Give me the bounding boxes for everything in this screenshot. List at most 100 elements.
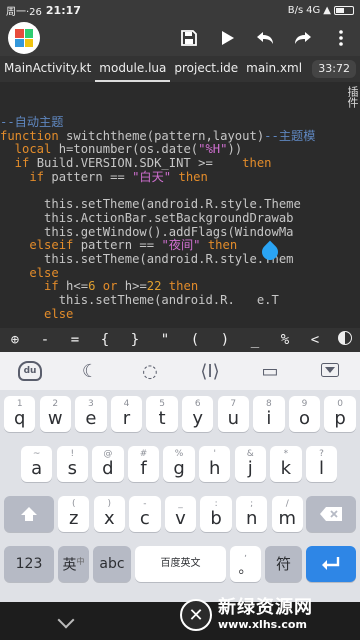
code-line[interactable]: if h<=6 or h>=22 then (0, 279, 315, 294)
key-q[interactable]: 1q (4, 396, 36, 432)
tab-module[interactable]: module.lua (95, 56, 171, 82)
key-p[interactable]: 0p (324, 396, 356, 432)
run-button[interactable] (208, 20, 246, 56)
back-icon[interactable] (57, 611, 75, 629)
signal-indicator: 4G (306, 4, 321, 16)
code-line[interactable]: else (0, 307, 315, 322)
network-speed: B/s (287, 4, 304, 16)
cursor-position[interactable]: 33:72 (312, 60, 356, 78)
symbol-key[interactable]: } (122, 332, 148, 348)
key-s[interactable]: ! s (56, 446, 88, 482)
key-b[interactable]: :b (200, 496, 232, 532)
code-line[interactable]: this.ActionBar.setBackgroundDrawab (0, 211, 315, 226)
key-x[interactable]: ) x (93, 496, 125, 532)
code-editor[interactable]: 插件 --自动主题 function switchtheme(pattern,la… (0, 82, 360, 328)
key-l[interactable]: ? l (305, 446, 338, 482)
key-t[interactable]: 5t (146, 396, 178, 432)
file-tabs: MainActivity.kt module.lua project.ide m… (0, 56, 360, 82)
more-icon (339, 30, 343, 46)
clipboard-icon[interactable]: ▭ (254, 361, 286, 382)
key-e[interactable]: 3e (75, 396, 107, 432)
key-e-label: e (85, 407, 97, 429)
key-g[interactable]: % g (163, 446, 195, 482)
tab-project[interactable]: project.ide (170, 56, 242, 82)
code-content[interactable]: --自动主题 function switchtheme(pattern,layou… (0, 115, 315, 322)
key-i-label: i (266, 407, 272, 429)
key-d[interactable]: @ d (92, 446, 124, 482)
key-u[interactable]: 7u (217, 396, 249, 432)
key-i[interactable]: 8i (253, 396, 285, 432)
code-line[interactable]: --自动主题 (0, 115, 315, 130)
code-line[interactable]: this.setTheme(android.R.style.Theme (0, 197, 315, 212)
key-k[interactable]: * k (270, 446, 302, 482)
search-bubble-icon[interactable]: ◌ (134, 361, 166, 382)
symbol-key[interactable]: ⊕ (2, 332, 28, 348)
key-r[interactable]: 4r (110, 396, 143, 432)
key-j-label: j (247, 457, 253, 479)
key-punct-sub-label: , (244, 548, 247, 559)
save-button[interactable] (170, 20, 208, 56)
key-w[interactable]: 2w (39, 396, 71, 432)
key-v[interactable]: _ v (164, 496, 197, 532)
key-123[interactable]: 123 (4, 546, 54, 582)
redo-button[interactable] (284, 20, 322, 56)
key-h[interactable]: ' h (199, 446, 231, 482)
code-line[interactable]: if Build.VERSION.SDK_INT >= then (0, 156, 315, 171)
key-punct[interactable]: ,。 (230, 546, 261, 582)
tab-mainactivity[interactable]: MainActivity.kt (0, 56, 95, 82)
undo-button[interactable] (246, 20, 284, 56)
watermark-title: 新绿资源网 (218, 597, 313, 618)
key-z-label: z (68, 507, 79, 529)
code-line[interactable] (0, 184, 315, 198)
symbol-key[interactable]: < (302, 332, 328, 348)
moon-icon[interactable]: ☾ (74, 361, 106, 382)
signal-icon: ▲ (323, 4, 331, 16)
key-lang[interactable]: 英中 (58, 546, 89, 582)
key-abc[interactable]: abc (93, 546, 131, 582)
key-n[interactable]: ; n (236, 496, 268, 532)
key-a[interactable]: ~ a (21, 446, 53, 482)
delete-key[interactable] (306, 496, 356, 532)
space-key[interactable]: 百度英文 (135, 546, 226, 582)
app-logo-button[interactable] (8, 22, 40, 54)
app-logo-icon (15, 29, 33, 47)
symbol-key[interactable]: - (32, 332, 58, 348)
key-c[interactable]: -c (129, 496, 161, 532)
enter-icon (322, 557, 340, 570)
key-j[interactable]: & j (234, 446, 266, 482)
code-line[interactable]: else (0, 266, 315, 281)
code-line[interactable]: local h=tonumber(os.date("%H")) (0, 143, 315, 157)
symbol-key[interactable]: ) (212, 332, 238, 348)
cursor-icon[interactable]: ⟨I⟩ (194, 361, 226, 382)
key-m-label: m (278, 507, 297, 529)
code-line[interactable]: function switchtheme(pattern,layout)--主题… (0, 129, 315, 144)
play-icon (222, 31, 234, 45)
cursor-handle-icon[interactable] (262, 240, 278, 262)
baidu-logo-button[interactable]: du (14, 361, 46, 381)
plugin-label[interactable]: 插件 (342, 86, 359, 108)
symbol-key[interactable]: % (272, 332, 298, 348)
status-bar: 周一·26 21:17 B/s 4G ▲ (0, 0, 360, 20)
collapse-icon[interactable] (314, 361, 346, 382)
symbol-key[interactable]: ( (182, 332, 208, 348)
key-z[interactable]: (z (58, 496, 90, 532)
symbol-key[interactable]: " (152, 332, 178, 348)
key-o[interactable]: 9o (288, 396, 321, 432)
symbol-key[interactable]: = (62, 332, 88, 348)
shift-key[interactable] (4, 496, 54, 532)
half-circle-icon[interactable] (332, 331, 358, 349)
key-w-label: w (47, 407, 63, 429)
key-y-label: y (192, 407, 204, 429)
symbol-key[interactable]: { (92, 332, 118, 348)
key-y[interactable]: 6y (182, 396, 214, 432)
code-line[interactable]: if pattern == "白天" then (0, 170, 315, 185)
key-symbols[interactable]: 符 (265, 546, 302, 582)
enter-key[interactable] (306, 546, 356, 582)
key-m[interactable]: / m (271, 496, 303, 532)
key-f[interactable]: # f (127, 446, 160, 482)
tab-main-xml[interactable]: main.xml (242, 56, 306, 82)
symbol-key[interactable]: _ (242, 332, 268, 348)
code-line[interactable]: this.setTheme(android.R. e.T (0, 293, 315, 308)
status-time: 21:17 (45, 3, 81, 17)
more-button[interactable] (322, 20, 360, 56)
